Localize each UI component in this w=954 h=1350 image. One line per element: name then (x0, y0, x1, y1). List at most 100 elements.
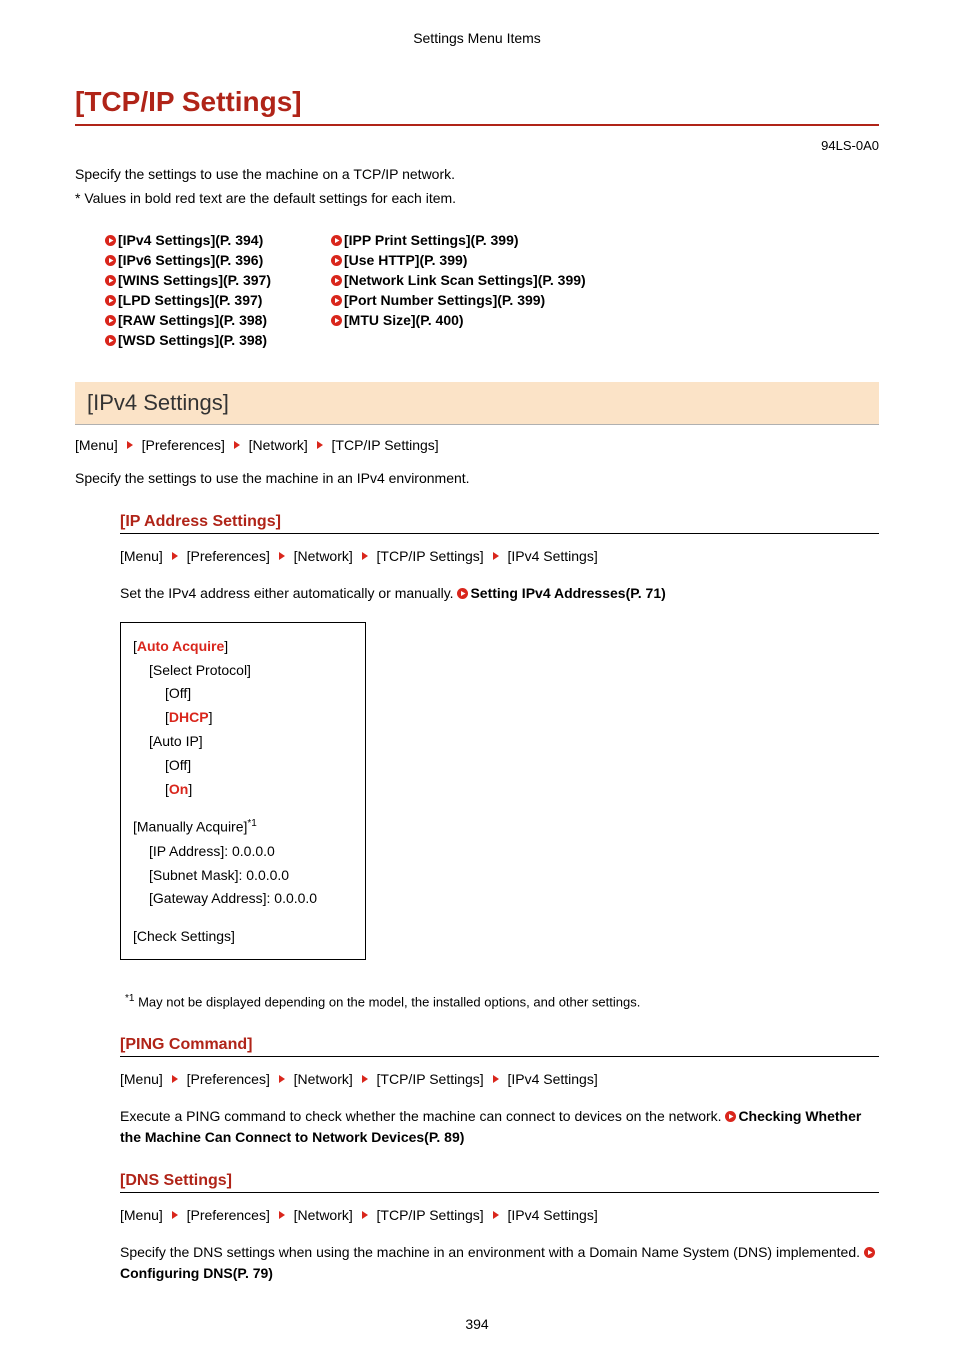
setting-item: [Check Settings] (133, 925, 353, 949)
default-value: On (169, 781, 188, 797)
subsection-heading-ip-address: [IP Address Settings] (120, 513, 879, 531)
chevron-right-icon (315, 440, 325, 450)
breadcrumb-item: [Preferences] (187, 548, 270, 564)
breadcrumb-item: [Preferences] (187, 1071, 270, 1087)
toc-link[interactable]: [IPP Print Settings](P. 399) (344, 232, 519, 248)
toc-link[interactable]: [RAW Settings](P. 398) (118, 312, 267, 328)
breadcrumb-item: [TCP/IP Settings] (377, 1071, 484, 1087)
bullet-icon (105, 315, 116, 326)
bullet-icon (457, 588, 468, 599)
setting-item: [IP Address]: 0.0.0.0 (149, 840, 353, 864)
toc-link[interactable]: [LPD Settings](P. 397) (118, 292, 262, 308)
running-header: Settings Menu Items (75, 30, 879, 46)
toc-item[interactable]: [Port Number Settings](P. 399) (331, 292, 586, 308)
toc-item[interactable]: [Network Link Scan Settings](P. 399) (331, 272, 586, 288)
breadcrumb-item: [Menu] (75, 437, 118, 453)
chevron-right-icon (232, 440, 242, 450)
intro-line: Specify the settings to use the machine … (75, 165, 879, 185)
setting-item: [Auto Acquire] (133, 635, 353, 659)
footnote-text: May not be displayed depending on the mo… (134, 994, 640, 1009)
default-value: DHCP (169, 709, 209, 725)
toc-column: [IPP Print Settings](P. 399) [Use HTTP](… (331, 228, 586, 352)
document-code: 94LS-0A0 (75, 138, 879, 153)
toc-item[interactable]: [WINS Settings](P. 397) (105, 272, 271, 288)
breadcrumb-item: [Preferences] (142, 437, 225, 453)
chevron-right-icon (491, 551, 501, 561)
bullet-icon (105, 295, 116, 306)
chevron-right-icon (170, 1074, 180, 1084)
subsection-rule (120, 533, 879, 534)
subsection-heading-dns: [DNS Settings] (120, 1172, 879, 1190)
breadcrumb-item: [TCP/IP Settings] (332, 437, 439, 453)
default-value: Auto Acquire (137, 638, 224, 654)
toc-item[interactable]: [MTU Size](P. 400) (331, 312, 586, 328)
toc-link[interactable]: [Use HTTP](P. 399) (344, 252, 467, 268)
chevron-right-icon (277, 1074, 287, 1084)
setting-label: [Manually Acquire] (133, 819, 247, 835)
breadcrumb: [Menu] [Preferences] [Network] [TCP/IP S… (75, 437, 879, 453)
setting-item: [Gateway Address]: 0.0.0.0 (149, 887, 353, 911)
bullet-icon (105, 235, 116, 246)
breadcrumb-item: [Network] (294, 1207, 353, 1223)
subsection-description: Execute a PING command to check whether … (120, 1106, 879, 1148)
breadcrumb-item: [IPv4 Settings] (507, 548, 597, 564)
chevron-right-icon (491, 1074, 501, 1084)
footnote-ref: *1 (247, 818, 256, 829)
setting-option: [Off] (165, 682, 353, 706)
bullet-icon (105, 335, 116, 346)
cross-reference-link[interactable]: Configuring DNS(P. 79) (120, 1265, 273, 1281)
toc-link[interactable]: [Network Link Scan Settings](P. 399) (344, 272, 586, 288)
breadcrumb-item: [IPv4 Settings] (507, 1071, 597, 1087)
toc-link[interactable]: [MTU Size](P. 400) (344, 312, 464, 328)
toc-link[interactable]: [IPv6 Settings](P. 396) (118, 252, 263, 268)
toc-item[interactable]: [RAW Settings](P. 398) (105, 312, 271, 328)
breadcrumb: [Menu] [Preferences] [Network] [TCP/IP S… (120, 546, 879, 567)
chevron-right-icon (170, 1210, 180, 1220)
setting-item: [Auto IP] (149, 730, 353, 754)
toc-item[interactable]: [LPD Settings](P. 397) (105, 292, 271, 308)
chevron-right-icon (360, 551, 370, 561)
footnote: *1 May not be displayed depending on the… (125, 992, 879, 1012)
breadcrumb: [Menu] [Preferences] [Network] [TCP/IP S… (120, 1205, 879, 1226)
setting-option: [DHCP] (165, 706, 353, 730)
settings-values-box: [Auto Acquire] [Select Protocol] [Off] [… (120, 622, 366, 960)
subsection-description: Specify the DNS settings when using the … (120, 1242, 879, 1284)
setting-item: [Select Protocol] (149, 659, 353, 683)
bullet-icon (331, 255, 342, 266)
cross-reference-link[interactable]: Setting IPv4 Addresses(P. 71) (470, 585, 665, 601)
toc-link[interactable]: [WSD Settings](P. 398) (118, 332, 267, 348)
breadcrumb-item: [Menu] (120, 1071, 163, 1087)
breadcrumb-item: [IPv4 Settings] (507, 1207, 597, 1223)
breadcrumb-item: [TCP/IP Settings] (377, 548, 484, 564)
bullet-icon (105, 275, 116, 286)
toc: [IPv4 Settings](P. 394) [IPv6 Settings](… (105, 228, 879, 352)
toc-item[interactable]: [WSD Settings](P. 398) (105, 332, 271, 348)
bullet-icon (331, 295, 342, 306)
toc-link[interactable]: [Port Number Settings](P. 399) (344, 292, 545, 308)
subsection-rule (120, 1192, 879, 1193)
toc-link[interactable]: [IPv4 Settings](P. 394) (118, 232, 263, 248)
chevron-right-icon (277, 1210, 287, 1220)
breadcrumb-item: [Network] (249, 437, 308, 453)
chevron-right-icon (170, 551, 180, 561)
bullet-icon (864, 1247, 875, 1258)
toc-item[interactable]: [IPv6 Settings](P. 396) (105, 252, 271, 268)
chevron-right-icon (360, 1210, 370, 1220)
bullet-icon (331, 275, 342, 286)
subsection-heading-ping: [PING Command] (120, 1036, 879, 1054)
title-rule (75, 124, 879, 126)
subsection-rule (120, 1056, 879, 1057)
toc-item[interactable]: [Use HTTP](P. 399) (331, 252, 586, 268)
setting-item: [Manually Acquire]*1 (133, 815, 353, 839)
chevron-right-icon (360, 1074, 370, 1084)
bullet-icon (331, 315, 342, 326)
section-description: Specify the settings to use the machine … (75, 469, 879, 489)
toc-item[interactable]: [IPv4 Settings](P. 394) (105, 232, 271, 248)
desc-text: Set the IPv4 address either automaticall… (120, 585, 457, 601)
desc-text: Execute a PING command to check whether … (120, 1108, 725, 1124)
toc-item[interactable]: [IPP Print Settings](P. 399) (331, 232, 586, 248)
chevron-right-icon (491, 1210, 501, 1220)
toc-link[interactable]: [WINS Settings](P. 397) (118, 272, 271, 288)
breadcrumb: [Menu] [Preferences] [Network] [TCP/IP S… (120, 1069, 879, 1090)
page-title: [TCP/IP Settings] (75, 86, 879, 118)
